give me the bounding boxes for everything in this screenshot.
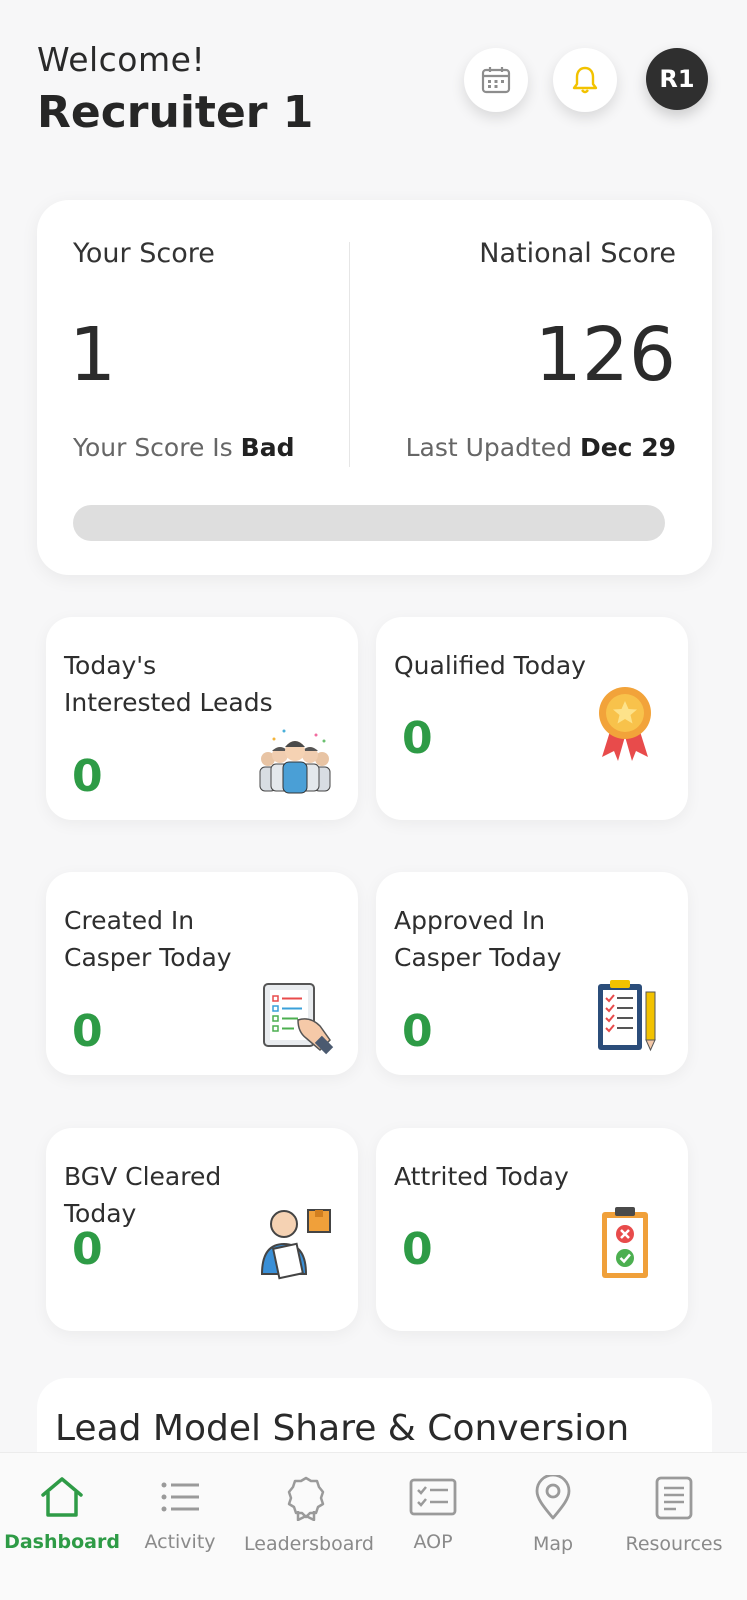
checklist-icon <box>409 1478 457 1516</box>
stat-card-interested-leads[interactable]: Today's Interested Leads 0 <box>46 617 358 820</box>
score-divider <box>349 242 350 467</box>
bell-icon <box>572 66 598 94</box>
stat-card-attrited[interactable]: Attrited Today 0 <box>376 1128 688 1331</box>
avatar-initials: R1 <box>659 65 695 93</box>
nav-resources[interactable]: Resources <box>612 1475 736 1555</box>
stat-card-qualified[interactable]: Qualified Today 0 <box>376 617 688 820</box>
nav-label: Activity <box>144 1531 216 1553</box>
map-pin-icon <box>535 1475 571 1520</box>
your-score-label: Your Score <box>73 238 215 269</box>
calendar-icon <box>481 67 511 94</box>
badge-icon <box>287 1476 325 1521</box>
lead-model-title: Lead Model Share & Conversion <box>55 1408 630 1449</box>
stat-card-bgv-cleared[interactable]: BGV Cleared Today 0 <box>46 1128 358 1331</box>
stat-value: 0 <box>402 1006 433 1057</box>
avatar[interactable]: R1 <box>646 48 708 110</box>
clipboard-status-icon <box>602 1207 648 1278</box>
checklist-pen-icon <box>598 980 656 1052</box>
stat-label: Approved In Casper Today <box>394 906 562 972</box>
national-score-value: 126 <box>534 312 676 398</box>
stat-label: Today's Interested Leads <box>64 651 273 717</box>
nav-leadersboard[interactable]: Leadersboard <box>244 1475 374 1555</box>
verification-user-icon <box>260 1209 331 1280</box>
calendar-button[interactable] <box>464 48 528 112</box>
last-updated-date: Dec 29 <box>579 433 676 462</box>
nav-dashboard[interactable]: Dashboard <box>0 1475 124 1553</box>
nav-map[interactable]: Map <box>491 1475 615 1555</box>
nav-label: Dashboard <box>4 1531 120 1553</box>
nav-activity[interactable]: Activity <box>118 1475 242 1553</box>
stat-label: Created In Casper Today <box>64 906 232 972</box>
nav-label: AOP <box>413 1531 453 1553</box>
stat-card-created-casper[interactable]: Created In Casper Today 0 <box>46 872 358 1075</box>
last-updated-prefix: Last Upadted <box>405 433 573 462</box>
team-icon <box>259 729 331 794</box>
list-icon <box>161 1482 199 1512</box>
welcome-text: Welcome! <box>37 40 206 79</box>
score-card: Your Score 1 Your Score Is Bad National … <box>37 200 712 575</box>
stat-label: Attrited Today <box>394 1162 569 1191</box>
stat-value: 0 <box>402 1224 433 1275</box>
stat-value: 0 <box>72 751 103 802</box>
user-name: Recruiter 1 <box>37 87 314 138</box>
home-icon <box>41 1477 83 1517</box>
score-progress-bar <box>73 505 665 541</box>
nav-aop[interactable]: AOP <box>371 1475 495 1553</box>
medal-icon <box>599 687 651 761</box>
stat-label: Qualified Today <box>394 651 586 680</box>
your-score-status-value: Bad <box>240 433 295 462</box>
stat-value: 0 <box>72 1006 103 1057</box>
clipboard-hand-icon <box>263 983 334 1055</box>
your-score-status-prefix: Your Score Is <box>73 433 233 462</box>
your-score-status: Your Score Is Bad <box>73 433 294 462</box>
your-score-value: 1 <box>69 312 117 398</box>
header: Welcome! Recruiter 1 <box>37 40 313 138</box>
nav-label: Resources <box>625 1533 723 1555</box>
nav-label: Leadersboard <box>244 1533 374 1555</box>
national-score-label: National Score <box>479 238 676 269</box>
notifications-button[interactable] <box>553 48 617 112</box>
last-updated: Last Upadted Dec 29 <box>406 433 676 462</box>
stat-card-approved-casper[interactable]: Approved In Casper Today 0 <box>376 872 688 1075</box>
document-icon <box>655 1476 693 1520</box>
stat-value: 0 <box>402 713 433 764</box>
stat-value: 0 <box>72 1224 103 1275</box>
nav-label: Map <box>532 1533 574 1555</box>
bottom-nav: Dashboard Activity Leadersboard AOP Map <box>0 1452 747 1600</box>
